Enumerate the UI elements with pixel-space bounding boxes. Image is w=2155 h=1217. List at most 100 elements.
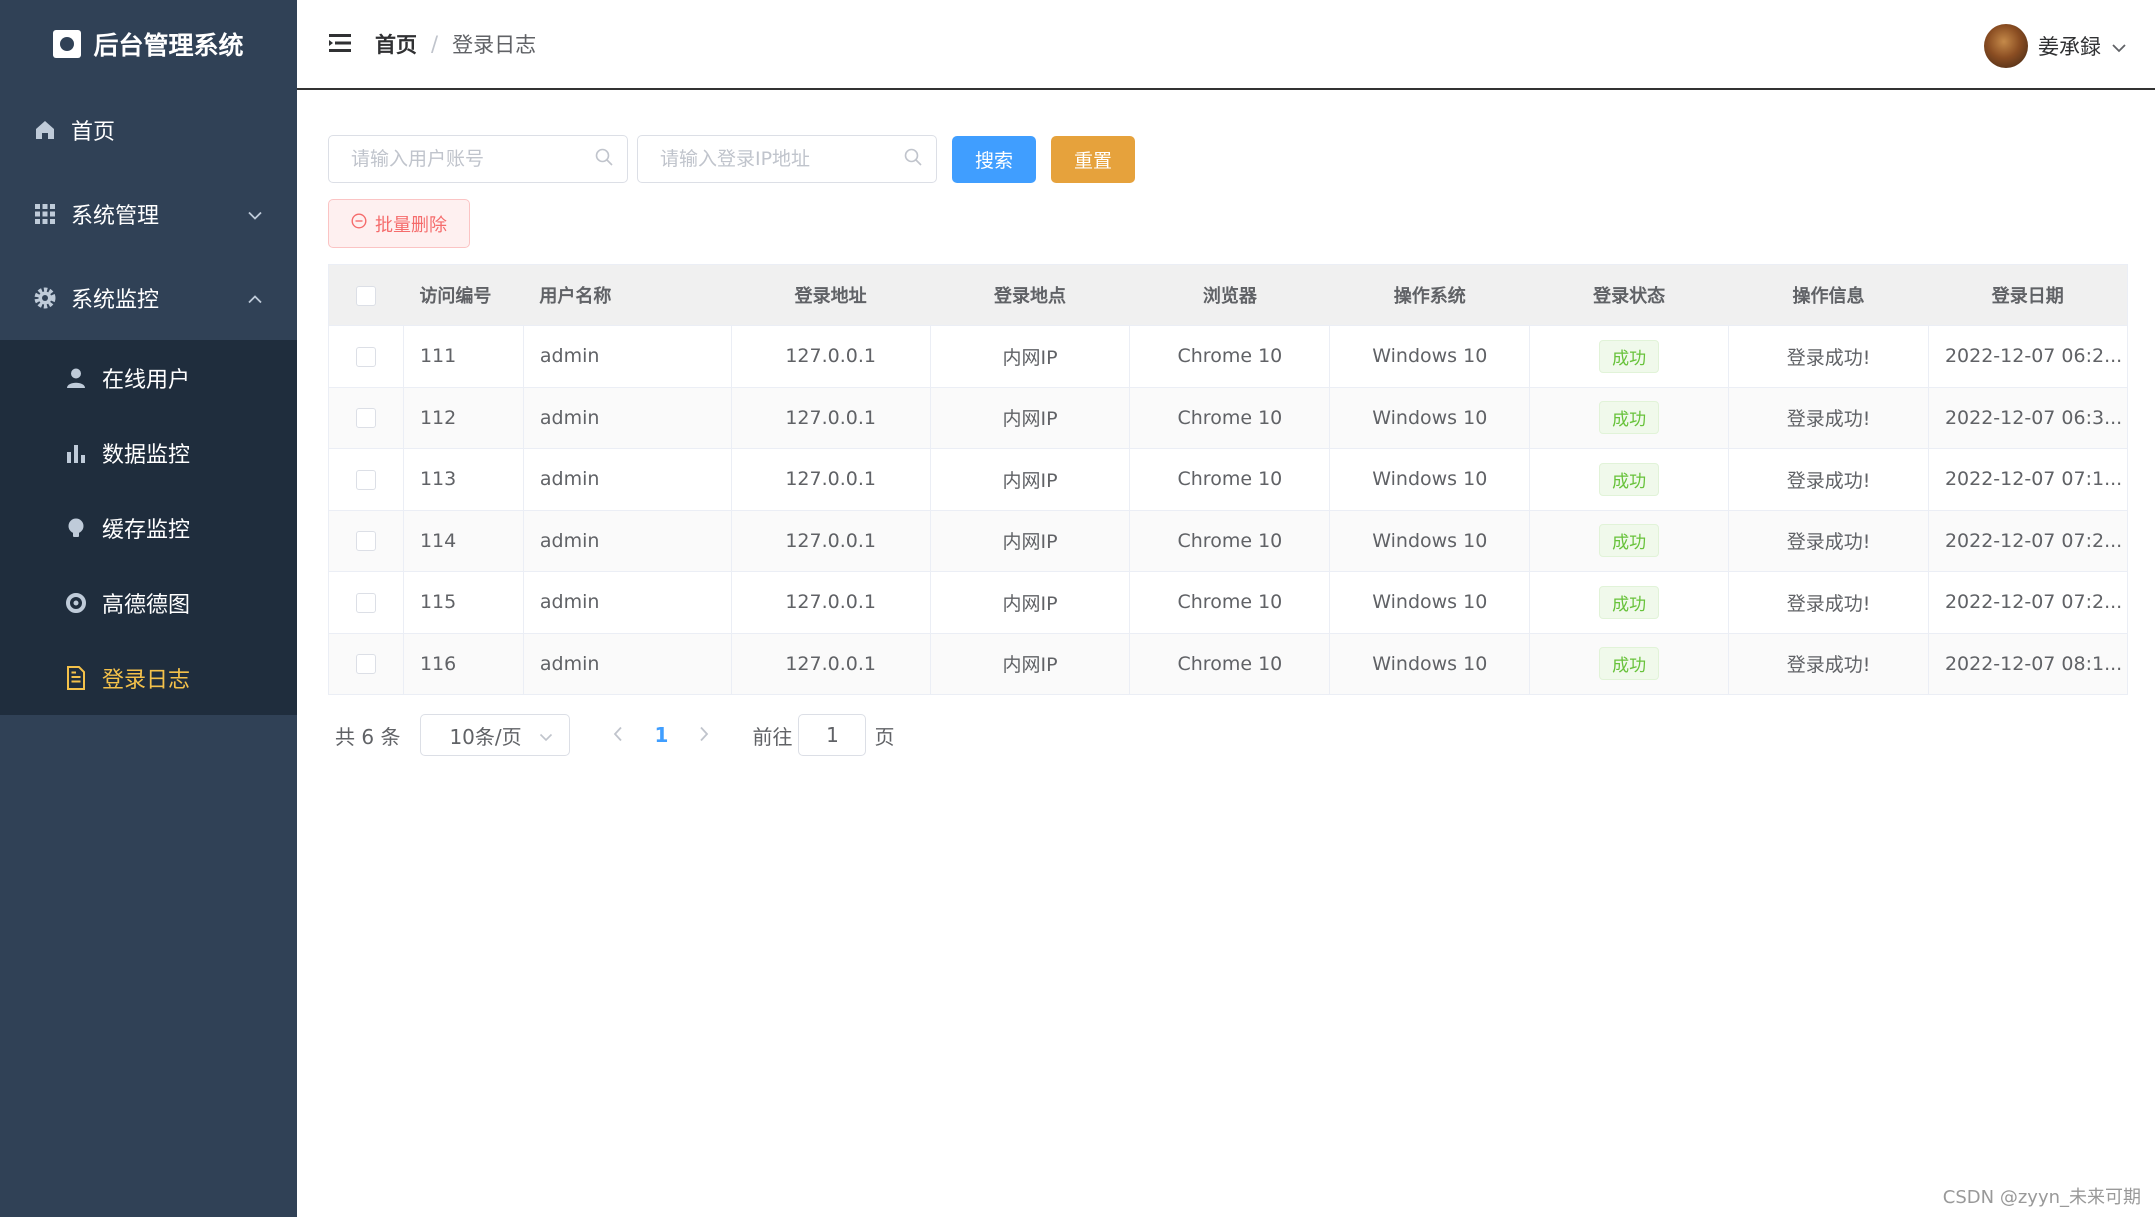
status-badge: 成功 bbox=[1599, 524, 1660, 558]
row-checkbox[interactable] bbox=[355, 408, 376, 429]
chevron-down-icon bbox=[539, 723, 553, 747]
sidebar-item-label: 在线用户 bbox=[102, 367, 191, 393]
goto-label: 前往 bbox=[752, 724, 793, 749]
breadcrumb-separator: / bbox=[431, 32, 439, 56]
cell-id: 115 bbox=[403, 571, 524, 634]
column-header: 登录地点 bbox=[930, 264, 1130, 326]
sidebar-item-online-users[interactable]: 在线用户 bbox=[0, 340, 297, 415]
cell-msg: 登录成功! bbox=[1728, 571, 1929, 634]
sidebar-item-label: 登录日志 bbox=[102, 667, 191, 693]
column-header: 登录地址 bbox=[731, 264, 931, 326]
watermark: CSDN @zyyn_未来可期 bbox=[1942, 1187, 2141, 1208]
select-all-checkbox[interactable] bbox=[356, 285, 377, 306]
sidebar-item-label: 系统管理 bbox=[71, 204, 160, 229]
cell-ip: 127.0.0.1 bbox=[731, 448, 931, 511]
sidebar-item-label: 缓存监控 bbox=[102, 517, 191, 543]
sidebar-item-system-management[interactable]: 系统管理 bbox=[0, 172, 297, 256]
page-size-select[interactable]: 10条/页 bbox=[420, 714, 571, 756]
cell-os: Windows 10 bbox=[1329, 387, 1531, 449]
cell-date: 2022-12-07 07:2... bbox=[1928, 510, 2129, 572]
row-checkbox[interactable] bbox=[355, 654, 376, 675]
cell-browser: Chrome 10 bbox=[1129, 633, 1331, 695]
document-icon bbox=[63, 665, 89, 691]
cell-id: 116 bbox=[403, 633, 524, 695]
user-name[interactable]: 姜承録 bbox=[2038, 31, 2101, 61]
sidebar-item-home[interactable]: 首页 bbox=[0, 88, 297, 172]
row-checkbox[interactable] bbox=[355, 469, 376, 490]
cell-ip: 127.0.0.1 bbox=[731, 387, 931, 449]
table-header-row: 访问编号 用户名称 登录地址 登录地点 浏览器 操作系统 登录状态 操作信息 登… bbox=[328, 264, 2128, 326]
cell-user: admin bbox=[523, 510, 732, 572]
cell-id: 114 bbox=[403, 510, 524, 572]
account-search-field[interactable] bbox=[328, 135, 628, 183]
sidebar-item-label: 首页 bbox=[71, 120, 116, 145]
cell-date: 2022-12-07 07:1... bbox=[1928, 448, 2129, 511]
status-badge: 成功 bbox=[1599, 647, 1660, 681]
cell-browser: Chrome 10 bbox=[1129, 387, 1331, 449]
cell-ip: 127.0.0.1 bbox=[731, 510, 931, 572]
search-icon[interactable] bbox=[595, 148, 613, 171]
table-row: 113 admin 127.0.0.1 内网IP Chrome 10 Windo… bbox=[328, 448, 2129, 511]
cell-location: 内网IP bbox=[930, 633, 1131, 695]
gear-icon bbox=[32, 285, 58, 311]
row-checkbox[interactable] bbox=[355, 531, 376, 552]
sidebar: 后台管理系统 首页 系统管理 系统监控 在线用户 数据监控 缓存监控 高德德图 … bbox=[0, 0, 297, 1217]
breadcrumb: 首页 / 登录日志 bbox=[375, 29, 536, 59]
sidebar-item-data-monitor[interactable]: 数据监控 bbox=[0, 415, 297, 490]
column-header: 登录日期 bbox=[1928, 264, 2128, 326]
chevron-down-icon[interactable] bbox=[2111, 34, 2127, 58]
cell-browser: Chrome 10 bbox=[1129, 325, 1331, 388]
pagination: 共 6 条 10条/页 1 前往 页 bbox=[335, 714, 894, 756]
cell-msg: 登录成功! bbox=[1728, 325, 1929, 388]
next-page-button[interactable] bbox=[684, 723, 724, 747]
ip-search-input[interactable] bbox=[660, 148, 890, 170]
cell-location: 内网IP bbox=[930, 571, 1131, 634]
cell-location: 内网IP bbox=[930, 387, 1131, 449]
status-badge: 成功 bbox=[1599, 339, 1660, 373]
breadcrumb-home[interactable]: 首页 bbox=[375, 29, 417, 59]
prev-page-button[interactable] bbox=[598, 723, 638, 747]
hamburger-icon[interactable] bbox=[329, 33, 351, 55]
search-icon[interactable] bbox=[904, 148, 922, 171]
breadcrumb-current: 登录日志 bbox=[452, 33, 537, 57]
app-logo[interactable]: 后台管理系统 bbox=[0, 0, 297, 88]
row-checkbox[interactable] bbox=[355, 346, 376, 367]
reset-button[interactable]: 重置 bbox=[1051, 135, 1136, 183]
avatar[interactable] bbox=[1984, 24, 2028, 68]
cell-browser: Chrome 10 bbox=[1129, 510, 1331, 572]
cell-browser: Chrome 10 bbox=[1129, 448, 1331, 511]
page-number[interactable]: 1 bbox=[638, 723, 684, 747]
row-checkbox[interactable] bbox=[355, 592, 376, 613]
table-row: 111 admin 127.0.0.1 内网IP Chrome 10 Windo… bbox=[328, 325, 2129, 388]
cell-date: 2022-12-07 07:2... bbox=[1928, 571, 2129, 634]
cell-msg: 登录成功! bbox=[1728, 633, 1929, 695]
home-icon bbox=[32, 117, 58, 143]
sidebar-item-login-log[interactable]: 登录日志 bbox=[0, 640, 297, 715]
sidebar-item-system-monitor[interactable]: 系统监控 bbox=[0, 256, 297, 340]
select-all-cell[interactable] bbox=[328, 264, 404, 326]
sidebar-item-map[interactable]: 高德德图 bbox=[0, 565, 297, 640]
cell-date: 2022-12-07 08:1... bbox=[1928, 633, 2129, 695]
sidebar-item-cache-monitor[interactable]: 缓存监控 bbox=[0, 490, 297, 565]
goto-page-input[interactable] bbox=[798, 714, 867, 756]
cell-ip: 127.0.0.1 bbox=[731, 571, 931, 634]
column-header: 操作信息 bbox=[1728, 264, 1929, 326]
cell-location: 内网IP bbox=[930, 510, 1131, 572]
user-menu[interactable]: 姜承録 bbox=[1984, 24, 2127, 68]
batch-delete-button[interactable]: 批量删除 bbox=[328, 199, 470, 248]
table-row: 116 admin 127.0.0.1 内网IP Chrome 10 Windo… bbox=[328, 633, 2129, 695]
login-log-table: 访问编号 用户名称 登录地址 登录地点 浏览器 操作系统 登录状态 操作信息 登… bbox=[328, 264, 2129, 695]
search-bar: 搜索 重置 bbox=[328, 135, 1136, 183]
cell-msg: 登录成功! bbox=[1728, 387, 1929, 449]
cell-os: Windows 10 bbox=[1329, 633, 1531, 695]
sidebar-item-label: 系统监控 bbox=[71, 288, 160, 313]
column-header: 浏览器 bbox=[1129, 264, 1330, 326]
account-search-input[interactable] bbox=[351, 148, 581, 170]
column-header: 登录状态 bbox=[1529, 264, 1729, 326]
goto-suffix: 页 bbox=[874, 724, 895, 749]
top-header: 首页 / 登录日志 姜承録 bbox=[297, 0, 2155, 90]
ip-search-field[interactable] bbox=[637, 135, 937, 183]
search-button[interactable]: 搜索 bbox=[952, 135, 1037, 183]
bar-chart-icon bbox=[63, 440, 89, 466]
cell-date: 2022-12-07 06:2... bbox=[1928, 325, 2129, 388]
